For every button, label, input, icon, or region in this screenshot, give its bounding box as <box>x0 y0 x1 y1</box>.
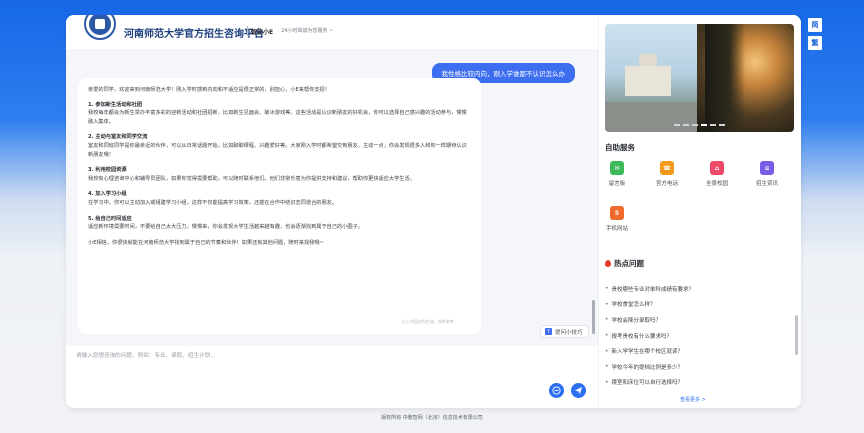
faq-item[interactable]: 学校会降分录取吗？ <box>605 312 793 328</box>
right-panel: 自助服务 ✉ 留言板 ☎ 官方电话 ⌂ 全景校园 ≡ 招生资讯 5 手机网站 热… <box>598 15 801 408</box>
faq-item[interactable]: 报考贵校有什么要求吗？ <box>605 328 793 344</box>
campus-banner-carousel[interactable] <box>605 24 794 132</box>
carousel-dot-active[interactable] <box>701 124 707 126</box>
faq-scrollbar[interactable] <box>795 315 798 355</box>
phone-icon: ☎ <box>660 161 674 175</box>
reply-section: 3. 利用校园资源 我校有心理咨询中心和辅导员团队，如果你觉得需要帮助，可以随时… <box>88 166 471 183</box>
carousel-dot[interactable] <box>719 124 725 126</box>
send-button[interactable] <box>571 383 586 398</box>
faq-title: 热点问题 <box>605 258 644 269</box>
header-slogan: · 24小时竭诚为您服务 ~ <box>278 28 334 34</box>
chat-scrollbar[interactable] <box>592 300 595 334</box>
services-title: 自助服务 <box>605 143 635 152</box>
faq-item[interactable]: 寝室和床位可以自行选择吗？ <box>605 375 793 391</box>
bot-reply-intro: 亲爱的同学，欢迎来到河南师范大学！刚入学时感到内向和不适应是很正常的，别担心，小… <box>88 87 330 93</box>
html5-icon: 5 <box>610 206 624 220</box>
main-card: 河南师范大学官方招生咨询平台 智能小E · 24小时竭诚为您服务 ~ 我性格比较… <box>66 15 801 408</box>
reply-section: 5. 给自己时间适应 适应新环境需要时间，不要给自己太大压力。慢慢来，你会发现大… <box>88 215 471 232</box>
assistant-brand: 智能小E <box>251 29 274 36</box>
reply-section-body: 在学习中，你可以主动加入或组建学习小组，这样不仅能提高学习效率，还能在合作中结识… <box>88 199 338 206</box>
reply-section-heading: 3. 利用校园资源 <box>88 167 127 174</box>
bot-reply-outro: 小E相信，你很快就能在河南师范大学找到属于自己的节奏和伙伴！如果还有其他问题，随… <box>88 239 324 246</box>
reply-section-heading: 5. 给自己时间适应 <box>88 215 132 222</box>
reply-section: 4. 加入学习小组 在学习中，你可以主动加入或组建学习小组，这样不仅能提高学习效… <box>88 190 471 207</box>
carousel-dot[interactable] <box>683 124 689 126</box>
service-label: 手机网站 <box>605 226 628 232</box>
header: 河南师范大学官方招生咨询平台 智能小E · 24小时竭诚为您服务 ~ <box>66 15 598 51</box>
reply-section-heading: 2. 主动与室友和同学交流 <box>88 134 148 141</box>
input-area <box>66 346 598 408</box>
service-label: 官方电话 <box>655 181 678 187</box>
service-label: 招生资讯 <box>755 181 778 187</box>
see-more-link[interactable]: 查看更多 > <box>680 396 706 403</box>
fire-icon <box>605 260 611 267</box>
faq-item[interactable]: 贵校哪些专业对单科成绩有要求？ <box>605 281 793 297</box>
header-divider <box>247 26 248 36</box>
faq-item[interactable]: 学校食堂怎么样？ <box>605 297 793 313</box>
language-switcher: 简 繁 <box>808 18 822 54</box>
faq-title-text: 热点问题 <box>614 259 644 268</box>
reply-section-heading: 1. 参加新生活动和社团 <box>88 101 143 108</box>
service-label: 全景校园 <box>705 181 728 187</box>
reply-section-body: 室友和同班同学是你最亲近的伙伴，可以从日常话题开始，比如聊聊课程、兴趣爱好等。大… <box>88 142 467 158</box>
banner-image-campus-building <box>605 24 697 132</box>
service-message-board[interactable]: ✉ 留言板 <box>597 161 637 187</box>
question-input[interactable] <box>76 351 546 391</box>
message-board-icon: ✉ <box>610 161 624 175</box>
reply-section: 2. 主动与室友和同学交流 室友和同班同学是你最亲近的伙伴，可以从日常话题开始，… <box>88 133 471 159</box>
carousel-indicators <box>605 124 794 126</box>
news-icon: ≡ <box>760 161 774 175</box>
carousel-dot[interactable] <box>692 124 698 126</box>
simplified-chinese-button[interactable]: 简 <box>808 18 822 32</box>
voice-button[interactable] <box>549 383 564 398</box>
reply-section-body: 适应新环境需要时间，不要给自己太大压力。慢慢来，你会发现大学生活越来越有趣，也会… <box>88 224 363 231</box>
bot-reply: 亲爱的同学，欢迎来到河南师范大学！刚入学时感到内向和不适应是很正常的，别担心，小… <box>78 78 481 334</box>
traditional-chinese-button[interactable]: 繁 <box>808 36 822 50</box>
question-tips-label: 提问小技巧 <box>555 329 583 336</box>
service-panoramic-campus[interactable]: ⌂ 全景校园 <box>697 161 737 187</box>
footer-copyright: 版权所有 中教智网（北京）信息技术有限公司 <box>381 415 483 421</box>
voice-icon <box>552 386 561 395</box>
chat-panel: 河南师范大学官方招生咨询平台 智能小E · 24小时竭诚为您服务 ~ 我性格比较… <box>66 15 598 408</box>
faq-list: 贵校哪些专业对单科成绩有要求？ 学校食堂怎么样？ 学校会降分录取吗？ 报考贵校有… <box>605 281 793 390</box>
reply-section-body: 我校每年都会为新生举办丰富多彩的迎新活动和社团招新，比如新生见面会、破冰游戏等。… <box>88 110 467 125</box>
question-tips-button[interactable]: ? 提问小技巧 <box>540 325 589 338</box>
site-title: 河南师范大学官方招生咨询平台 <box>124 29 264 40</box>
faq-item[interactable]: 学校今年的提档比例是多少？ <box>605 359 793 375</box>
service-label: 留言板 <box>608 181 626 187</box>
reply-section: 1. 参加新生活动和社团 我校每年都会为新生举办丰富多彩的迎新活动和社团招新，比… <box>88 101 471 127</box>
service-official-phone[interactable]: ☎ 官方电话 <box>647 161 687 187</box>
reply-section-body: 我校有心理咨询中心和辅导员团队，如果你觉得需要帮助，可以随时联系他们。他们非常乐… <box>88 175 415 182</box>
service-mobile-site[interactable]: 5 手机网站 <box>597 206 637 232</box>
university-logo-icon <box>84 15 116 40</box>
campus-icon: ⌂ <box>710 161 724 175</box>
carousel-dot[interactable] <box>674 124 680 126</box>
send-icon <box>574 386 583 395</box>
ai-disclaimer: 以上内容由AI生成，仅供参考 <box>402 319 454 324</box>
lightbulb-icon: ? <box>545 328 552 335</box>
service-admissions-news[interactable]: ≡ 招生资讯 <box>747 161 787 187</box>
faq-item[interactable]: 新入学学生在哪个校区就读？ <box>605 343 793 359</box>
reply-section-heading: 4. 加入学习小组 <box>88 191 127 198</box>
banner-image-sunset-path <box>697 24 794 132</box>
carousel-dot[interactable] <box>710 124 716 126</box>
